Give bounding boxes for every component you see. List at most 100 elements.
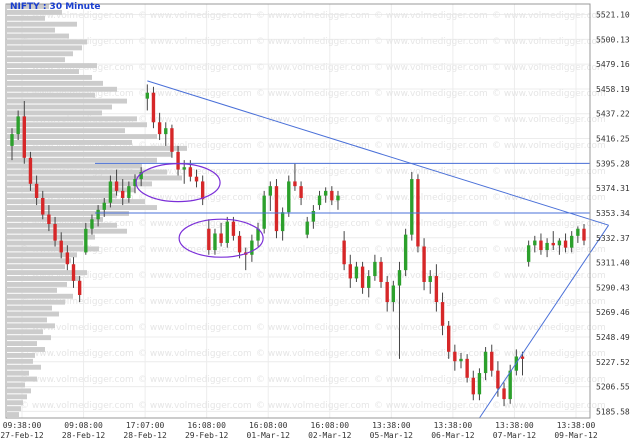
candle-body bbox=[194, 176, 199, 182]
watermark-text: © www.volmedigger.com bbox=[374, 297, 488, 307]
watermark-text: © www.volmedigger.com bbox=[492, 323, 606, 333]
watermark-text: © www.volmedigger.com bbox=[374, 375, 488, 385]
x-tick-date: 07-Mar-12 bbox=[493, 431, 537, 440]
watermark-text: © www.volmedigger.com bbox=[492, 89, 606, 99]
candle-body bbox=[28, 157, 33, 184]
candle-body bbox=[520, 356, 525, 359]
volume-bar bbox=[7, 151, 172, 157]
volume-bar bbox=[7, 287, 57, 293]
x-tick-date: 02-Mar-12 bbox=[308, 431, 352, 440]
volume-bar bbox=[7, 175, 182, 181]
watermark-text: © www.volmedigger.com bbox=[256, 37, 370, 47]
candle-body bbox=[293, 181, 297, 187]
volume-bar bbox=[7, 98, 127, 104]
x-tick-date: 28-Feb-12 bbox=[62, 431, 106, 440]
candle-body bbox=[182, 167, 186, 170]
y-tick-label: 5458.19 bbox=[596, 85, 630, 94]
watermark-text: © www.volmedigger.com bbox=[374, 245, 488, 255]
watermark-text: © www.volmedigger.com bbox=[374, 219, 488, 229]
candle-body bbox=[459, 358, 463, 362]
x-tick-time: 09:08:00 bbox=[64, 421, 103, 430]
volume-bar bbox=[7, 80, 103, 86]
watermark-text: © www.volmedigger.com bbox=[256, 271, 370, 281]
volume-bar bbox=[7, 92, 95, 98]
watermark-text: © www.volmedigger.com bbox=[138, 349, 252, 359]
candle-body bbox=[508, 370, 512, 400]
candle-body bbox=[71, 264, 76, 281]
y-tick-label: 5206.55 bbox=[596, 383, 630, 392]
candle-body bbox=[317, 195, 322, 206]
watermark-text: © www.volmedigger.com bbox=[492, 271, 606, 281]
volume-bar bbox=[7, 45, 82, 51]
candle-body bbox=[367, 276, 371, 288]
volume-bar bbox=[7, 57, 65, 63]
candle-body bbox=[348, 264, 352, 279]
watermark-text: © www.volmedigger.com bbox=[492, 37, 606, 47]
watermark-text: © www.volmedigger.com bbox=[492, 349, 606, 359]
volume-bar bbox=[7, 276, 79, 281]
y-tick-label: 5416.25 bbox=[596, 135, 630, 144]
watermark-text: © www.volmedigger.com bbox=[138, 271, 252, 281]
volume-bar bbox=[7, 69, 79, 74]
candle-body bbox=[219, 233, 223, 243]
volume-bar bbox=[7, 104, 112, 110]
candle-body bbox=[47, 214, 51, 225]
x-tick-time: 16:08:00 bbox=[249, 421, 288, 430]
watermark-text: © www.volmedigger.com bbox=[138, 11, 252, 21]
watermark-text: © www.volmedigger.com bbox=[138, 297, 252, 307]
volume-bar bbox=[7, 299, 65, 305]
x-tick-time: 16:08:00 bbox=[311, 421, 350, 430]
candle-body bbox=[360, 266, 365, 288]
x-tick-date: 01-Mar-12 bbox=[247, 431, 291, 440]
y-tick-label: 5227.52 bbox=[596, 358, 630, 367]
watermark-text: © www.volmedigger.com bbox=[492, 245, 606, 255]
y-tick-label: 5500.13 bbox=[596, 35, 630, 44]
candle-body bbox=[250, 240, 254, 255]
candle-body bbox=[108, 181, 113, 203]
volume-bar bbox=[7, 181, 152, 187]
candle-body bbox=[114, 181, 119, 191]
x-tick-time: 13:38:00 bbox=[372, 421, 411, 430]
watermark-text: © www.volmedigger.com bbox=[256, 11, 370, 21]
watermark-text: © www.volmedigger.com bbox=[374, 141, 488, 151]
candle-body bbox=[428, 276, 432, 282]
volume-bar bbox=[7, 264, 65, 270]
volume-bar bbox=[7, 341, 37, 347]
candle-body bbox=[268, 186, 273, 196]
volume-bar bbox=[7, 134, 157, 140]
candle-body bbox=[563, 240, 568, 248]
candle-body bbox=[90, 219, 94, 229]
watermark-text: © www.volmedigger.com bbox=[138, 37, 252, 47]
watermark-text: © www.volmedigger.com bbox=[374, 115, 488, 125]
volume-bar bbox=[7, 163, 142, 169]
candle-body bbox=[237, 235, 242, 253]
watermark-text: © www.volmedigger.com bbox=[374, 349, 488, 359]
volume-bar bbox=[7, 382, 25, 388]
watermark-text: © www.volmedigger.com bbox=[256, 63, 370, 73]
volume-bar bbox=[7, 317, 47, 323]
volume-bar bbox=[7, 406, 21, 412]
watermark-text: © www.volmedigger.com bbox=[374, 193, 488, 203]
volume-bar bbox=[7, 228, 127, 234]
candle-body bbox=[502, 388, 506, 400]
candle-body bbox=[274, 186, 279, 232]
volume-bar bbox=[7, 400, 23, 406]
candle-body bbox=[280, 212, 285, 232]
watermark-text: © www.volmedigger.com bbox=[374, 37, 488, 47]
y-tick-label: 5311.40 bbox=[596, 259, 630, 268]
candle-body bbox=[231, 221, 236, 236]
x-tick-date: 29-Feb-12 bbox=[185, 431, 229, 440]
candle-body bbox=[582, 228, 586, 241]
candle-body bbox=[477, 373, 482, 395]
watermark-text: © www.volmedigger.com bbox=[256, 193, 370, 203]
candle-body bbox=[299, 186, 303, 198]
candle-body bbox=[225, 221, 229, 243]
volume-bar bbox=[7, 305, 52, 311]
watermark-text: © www.volmedigger.com bbox=[492, 401, 606, 411]
candle-body bbox=[373, 261, 377, 277]
candle-body bbox=[305, 221, 309, 235]
candle-body bbox=[170, 128, 174, 152]
x-tick-date: 27-Feb-12 bbox=[0, 431, 44, 440]
candle-body bbox=[96, 209, 100, 220]
x-tick-date: 05-Mar-12 bbox=[370, 431, 414, 440]
